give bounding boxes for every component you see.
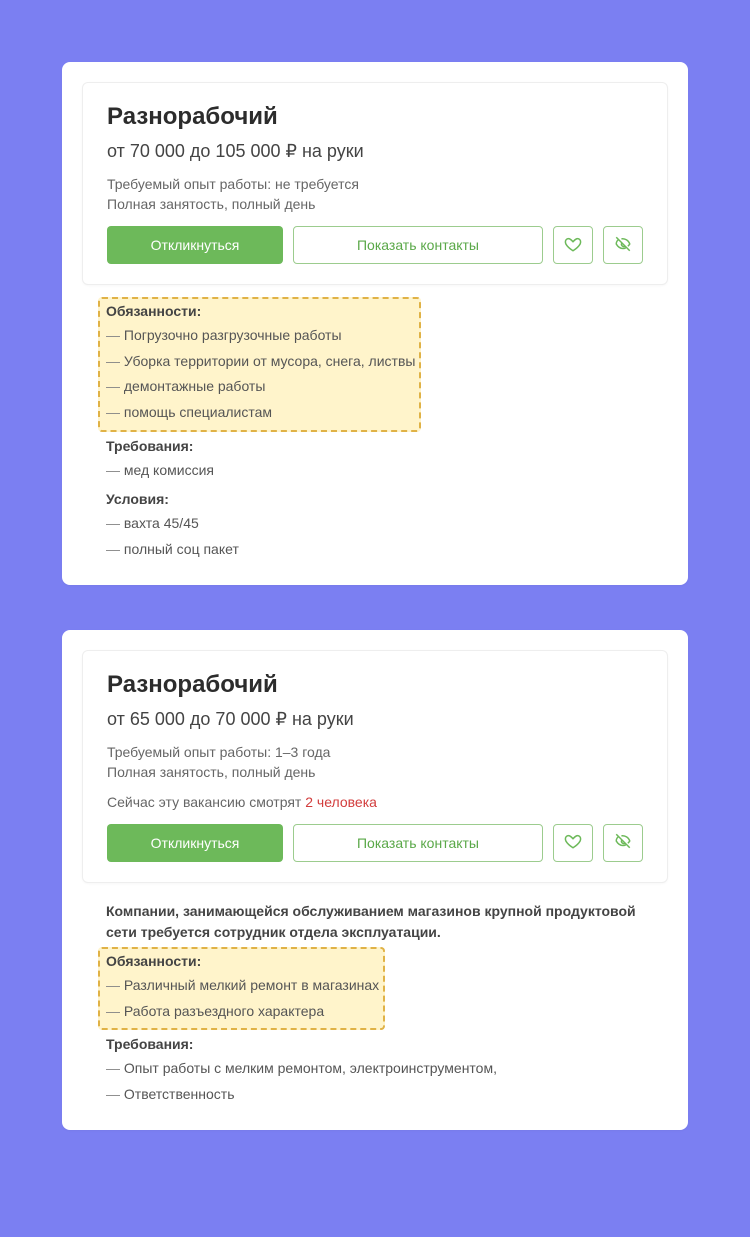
list-item: Различный мелкий ремонт в магазинах: [106, 975, 379, 997]
heart-icon: [564, 832, 582, 853]
vacancy-experience: Требуемый опыт работы: не требуется: [107, 176, 643, 192]
viewers-text: Сейчас эту вакансию смотрят 2 человека: [107, 794, 643, 810]
list-item: Работа разъездного характера: [106, 1001, 379, 1023]
responsibilities-title: Обязанности:: [106, 953, 379, 969]
viewers-prefix: Сейчас эту вакансию смотрят: [107, 794, 305, 810]
list-item: мед комиссия: [106, 460, 644, 482]
responsibilities-highlight: Обязанности: Различный мелкий ремонт в м…: [106, 953, 379, 1026]
vacancy-title: Разнорабочий: [107, 671, 643, 699]
vacancy-description: Обязанности: Погрузочно разгрузочные раб…: [82, 285, 668, 561]
vacancy-employment: Полная занятость, полный день: [107, 764, 643, 780]
apply-button[interactable]: Откликнуться: [107, 824, 283, 862]
list-item: Погрузочно разгрузочные работы: [106, 325, 415, 347]
vacancy-employment: Полная занятость, полный день: [107, 196, 643, 212]
action-row: Откликнуться Показать контакты: [107, 226, 643, 264]
vacancy-description: Компании, занимающейся обслуживанием маг…: [82, 883, 668, 1106]
list-item: помощь специалистам: [106, 402, 415, 424]
vacancy-experience: Требуемый опыт работы: 1–3 года: [107, 744, 643, 760]
list-item: демонтажные работы: [106, 376, 415, 398]
conditions-title: Условия:: [106, 491, 644, 507]
heart-icon: [564, 235, 582, 256]
eye-off-icon: [614, 832, 632, 853]
eye-off-icon: [614, 235, 632, 256]
favorite-button[interactable]: [553, 226, 593, 264]
responsibilities-title: Обязанности:: [106, 303, 415, 319]
viewers-count: 2 человека: [305, 794, 377, 810]
list-item: Опыт работы с мелким ремонтом, электроин…: [106, 1058, 644, 1080]
hide-button[interactable]: [603, 824, 643, 862]
show-contacts-button[interactable]: Показать контакты: [293, 226, 543, 264]
list-item: Ответственность: [106, 1084, 644, 1106]
action-row: Откликнуться Показать контакты: [107, 824, 643, 862]
apply-button[interactable]: Откликнуться: [107, 226, 283, 264]
vacancy-intro: Компании, занимающейся обслуживанием маг…: [106, 901, 644, 943]
vacancy-salary: от 70 000 до 105 000 ₽ на руки: [107, 141, 643, 162]
requirements-title: Требования:: [106, 438, 644, 454]
vacancy-card: Разнорабочий от 65 000 до 70 000 ₽ на ру…: [62, 630, 688, 1130]
show-contacts-button[interactable]: Показать контакты: [293, 824, 543, 862]
favorite-button[interactable]: [553, 824, 593, 862]
vacancy-title: Разнорабочий: [107, 103, 643, 131]
list-item: полный соц пакет: [106, 539, 644, 561]
vacancy-card: Разнорабочий от 70 000 до 105 000 ₽ на р…: [62, 62, 688, 585]
vacancy-salary: от 65 000 до 70 000 ₽ на руки: [107, 709, 643, 730]
list-item: вахта 45/45: [106, 513, 644, 535]
vacancy-header: Разнорабочий от 70 000 до 105 000 ₽ на р…: [82, 82, 668, 285]
list-item: Уборка территории от мусора, снега, лист…: [106, 351, 415, 373]
requirements-title: Требования:: [106, 1036, 644, 1052]
responsibilities-highlight: Обязанности: Погрузочно разгрузочные раб…: [106, 303, 415, 428]
hide-button[interactable]: [603, 226, 643, 264]
vacancy-header: Разнорабочий от 65 000 до 70 000 ₽ на ру…: [82, 650, 668, 883]
